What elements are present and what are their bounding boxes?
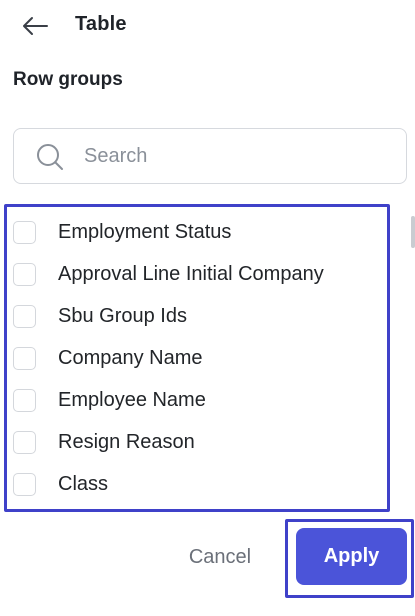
list-item-label: Sbu Group Ids (58, 304, 187, 327)
search-box[interactable] (13, 128, 407, 184)
panel-header: Table (0, 0, 415, 52)
search-input[interactable] (82, 139, 382, 173)
cancel-button[interactable]: Cancel (170, 534, 270, 580)
list-item[interactable]: Employee Name (13, 380, 383, 420)
back-button[interactable] (18, 12, 52, 40)
checkbox[interactable] (13, 430, 36, 454)
checkbox[interactable] (13, 262, 36, 286)
list-item[interactable]: Sbu Group Ids (13, 296, 383, 336)
list-item[interactable]: Company Name (13, 338, 383, 378)
list-item-label: Employee Name (58, 388, 206, 411)
list-item-label: Approval Line Initial Company (58, 262, 324, 285)
list-item[interactable]: Approval Line Initial Company (13, 254, 383, 294)
list-item-label: Employment Status (58, 220, 232, 243)
list-item[interactable]: Employment Status (13, 212, 383, 252)
arrow-left-icon (23, 17, 48, 35)
list-item[interactable]: Resign Reason (13, 422, 383, 462)
search-icon (37, 144, 63, 170)
checkbox[interactable] (13, 388, 36, 412)
panel-title: Table (75, 13, 127, 35)
checkbox[interactable] (13, 472, 36, 496)
list-item-label: Resign Reason (58, 430, 195, 453)
scrollbar-thumb[interactable] (411, 216, 415, 248)
row-groups-panel: Table Row groups Employment Status Appro… (0, 0, 415, 616)
checkbox[interactable] (13, 220, 36, 244)
list-item-label: Class (58, 472, 109, 495)
section-label: Row groups (13, 69, 123, 90)
checkbox[interactable] (13, 304, 36, 328)
apply-button[interactable]: Apply (296, 528, 407, 585)
list-item-label: Company Name (58, 346, 203, 369)
row-group-list: Employment Status Approval Line Initial … (4, 204, 390, 512)
checkbox[interactable] (13, 346, 36, 370)
list-item[interactable]: Class (13, 464, 383, 504)
